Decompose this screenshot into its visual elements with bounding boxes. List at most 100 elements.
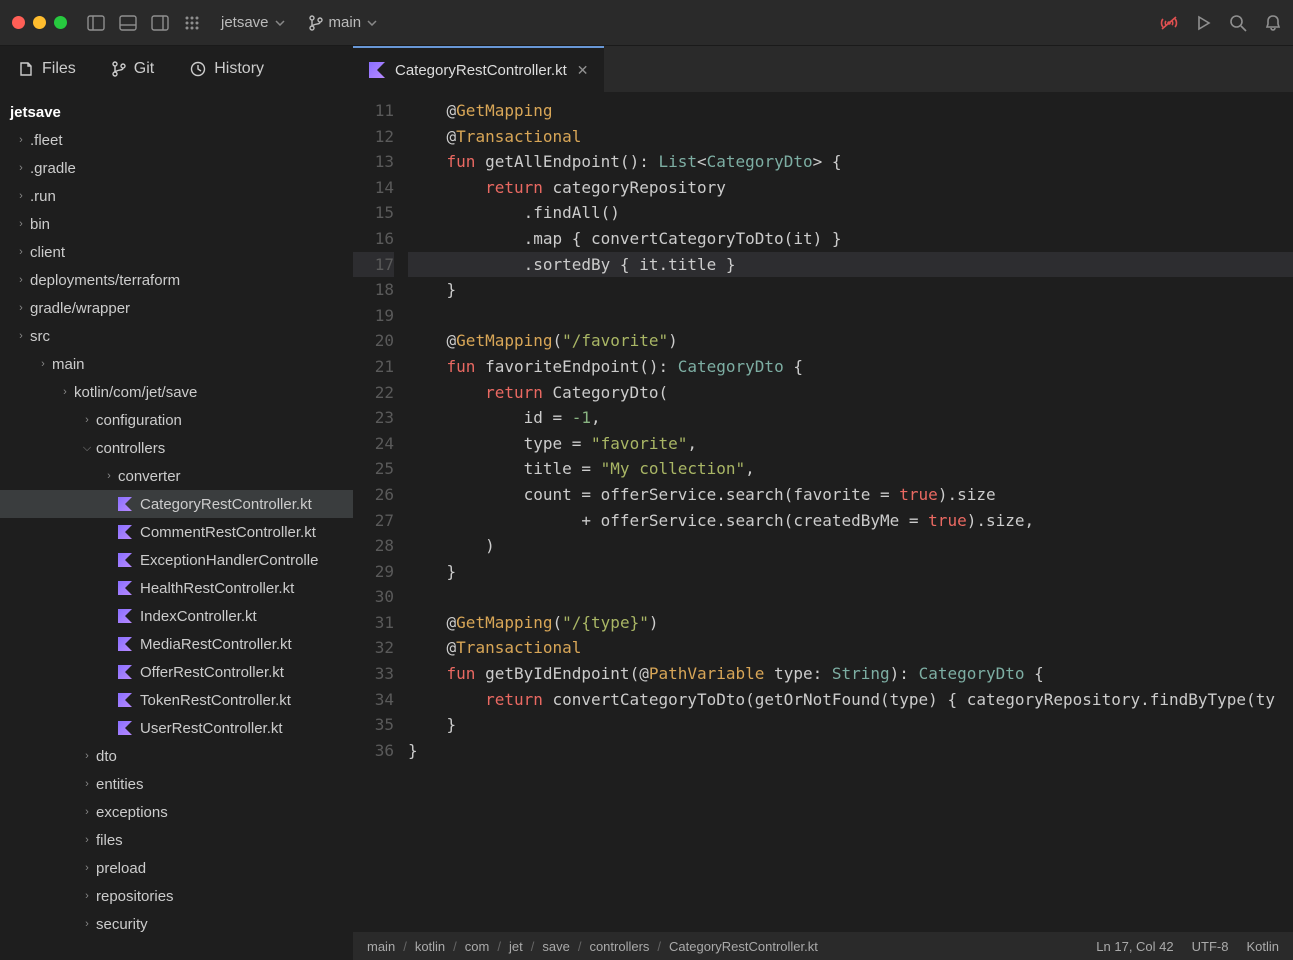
code-line[interactable]: fun getByIdEndpoint(@PathVariable type: … xyxy=(408,661,1293,687)
code-line[interactable]: + offerService.search(createdByMe = true… xyxy=(408,508,1293,534)
tab-files[interactable]: Files xyxy=(0,46,94,92)
tree-file[interactable]: OfferRestController.kt xyxy=(0,658,353,686)
breadcrumb-item[interactable]: main xyxy=(367,939,395,954)
tree-folder[interactable]: ›converter xyxy=(0,462,353,490)
code-line[interactable]: @GetMapping("/favorite") xyxy=(408,328,1293,354)
tree-folder[interactable]: ›preload xyxy=(0,854,353,882)
code-line[interactable]: return convertCategoryToDto(getOrNotFoun… xyxy=(408,687,1293,713)
code-line[interactable]: fun favoriteEndpoint(): CategoryDto { xyxy=(408,354,1293,380)
code-line[interactable]: @GetMapping xyxy=(408,98,1293,124)
grid-icon[interactable] xyxy=(183,14,201,32)
tree-folder[interactable]: ›exceptions xyxy=(0,798,353,826)
code-line[interactable]: ) xyxy=(408,533,1293,559)
chevron-right-icon[interactable]: › xyxy=(78,414,96,426)
minimize-window-button[interactable] xyxy=(33,16,46,29)
chevron-right-icon[interactable]: › xyxy=(56,386,74,398)
search-icon[interactable] xyxy=(1229,14,1247,32)
breadcrumb-item[interactable]: jet xyxy=(509,939,523,954)
code-line[interactable]: } xyxy=(408,738,1293,764)
code-line[interactable]: } xyxy=(408,559,1293,585)
tree-folder[interactable]: ›configuration xyxy=(0,406,353,434)
branch-selector[interactable]: main xyxy=(309,14,378,31)
tree-folder[interactable]: ›repositories xyxy=(0,882,353,910)
tree-file[interactable]: ExceptionHandlerControlle xyxy=(0,546,353,574)
tree-folder[interactable]: ›main xyxy=(0,350,353,378)
tab-history[interactable]: History xyxy=(172,46,282,92)
tree-folder[interactable]: ›kotlin/com/jet/save xyxy=(0,378,353,406)
panel-bottom-icon[interactable] xyxy=(119,14,137,32)
code-line[interactable]: @Transactional xyxy=(408,124,1293,150)
file-tree[interactable]: jetsave›.fleet›.gradle›.run›bin›client›d… xyxy=(0,92,353,960)
tree-folder[interactable]: ›bin xyxy=(0,210,353,238)
code-line[interactable]: @Transactional xyxy=(408,635,1293,661)
run-icon[interactable] xyxy=(1197,15,1211,31)
tree-file[interactable]: CommentRestController.kt xyxy=(0,518,353,546)
breadcrumb-item[interactable]: kotlin xyxy=(415,939,445,954)
code-line[interactable] xyxy=(408,303,1293,329)
chevron-right-icon[interactable]: › xyxy=(78,918,96,930)
tree-file[interactable]: IndexController.kt xyxy=(0,602,353,630)
tab-git[interactable]: Git xyxy=(94,46,172,92)
language-mode[interactable]: Kotlin xyxy=(1246,939,1279,954)
bell-icon[interactable] xyxy=(1265,14,1281,32)
code-line[interactable]: } xyxy=(408,712,1293,738)
tree-folder[interactable]: ›deployments/terraform xyxy=(0,266,353,294)
tree-folder[interactable]: ›.gradle xyxy=(0,154,353,182)
chevron-right-icon[interactable]: › xyxy=(78,890,96,902)
code-line[interactable]: fun getAllEndpoint(): List<CategoryDto> … xyxy=(408,149,1293,175)
tree-folder[interactable]: ›client xyxy=(0,238,353,266)
broadcast-off-icon[interactable] xyxy=(1159,15,1179,31)
chevron-right-icon[interactable]: › xyxy=(12,274,30,286)
code-line[interactable] xyxy=(408,584,1293,610)
tree-file[interactable]: UserRestController.kt xyxy=(0,714,353,742)
tree-folder[interactable]: ›files xyxy=(0,826,353,854)
editor-tab[interactable]: CategoryRestController.kt ✕ xyxy=(353,46,604,92)
chevron-right-icon[interactable]: › xyxy=(78,834,96,846)
tree-folder[interactable]: ›src xyxy=(0,322,353,350)
panel-right-icon[interactable] xyxy=(151,14,169,32)
tree-folder[interactable]: ⌵controllers xyxy=(0,434,353,462)
tree-file[interactable]: CategoryRestController.kt xyxy=(0,490,353,518)
chevron-right-icon[interactable]: › xyxy=(34,358,52,370)
code-line[interactable]: .map { convertCategoryToDto(it) } xyxy=(408,226,1293,252)
code-line[interactable]: } xyxy=(408,277,1293,303)
chevron-right-icon[interactable]: › xyxy=(12,246,30,258)
chevron-right-icon[interactable]: › xyxy=(78,862,96,874)
chevron-right-icon[interactable]: › xyxy=(100,470,118,482)
tree-file[interactable]: TokenRestController.kt xyxy=(0,686,353,714)
code-line[interactable]: .findAll() xyxy=(408,200,1293,226)
chevron-right-icon[interactable]: › xyxy=(12,218,30,230)
close-tab-icon[interactable]: ✕ xyxy=(577,62,589,79)
project-selector[interactable]: jetsave xyxy=(221,14,285,31)
tree-file[interactable]: MediaRestController.kt xyxy=(0,630,353,658)
maximize-window-button[interactable] xyxy=(54,16,67,29)
chevron-right-icon[interactable]: › xyxy=(12,190,30,202)
code-line[interactable]: return CategoryDto( xyxy=(408,380,1293,406)
breadcrumb-item[interactable]: save xyxy=(542,939,569,954)
tree-folder[interactable]: ›security xyxy=(0,910,353,938)
breadcrumb[interactable]: main/kotlin/com/jet/save/controllers/Cat… xyxy=(367,939,818,954)
chevron-right-icon[interactable]: › xyxy=(12,330,30,342)
cursor-position[interactable]: Ln 17, Col 42 xyxy=(1096,939,1173,954)
breadcrumb-item[interactable]: controllers xyxy=(589,939,649,954)
breadcrumb-item[interactable]: com xyxy=(465,939,490,954)
code-line[interactable]: id = -1, xyxy=(408,405,1293,431)
chevron-down-icon[interactable]: ⌵ xyxy=(78,442,96,455)
code-line[interactable]: title = "My collection", xyxy=(408,456,1293,482)
chevron-right-icon[interactable]: › xyxy=(12,302,30,314)
code-line[interactable]: @GetMapping("/{type}") xyxy=(408,610,1293,636)
chevron-right-icon[interactable]: › xyxy=(12,162,30,174)
close-window-button[interactable] xyxy=(12,16,25,29)
chevron-right-icon[interactable]: › xyxy=(12,134,30,146)
tree-folder[interactable]: ›gradle/wrapper xyxy=(0,294,353,322)
tree-file[interactable]: HealthRestController.kt xyxy=(0,574,353,602)
chevron-right-icon[interactable]: › xyxy=(78,778,96,790)
panel-left-icon[interactable] xyxy=(87,14,105,32)
code-line[interactable]: return categoryRepository xyxy=(408,175,1293,201)
code-line[interactable]: type = "favorite", xyxy=(408,431,1293,457)
editor[interactable]: 1112131415161718192021222324252627282930… xyxy=(353,92,1293,960)
code-line[interactable]: count = offerService.search(favorite = t… xyxy=(408,482,1293,508)
tree-folder[interactable]: ›entities xyxy=(0,770,353,798)
encoding[interactable]: UTF-8 xyxy=(1192,939,1229,954)
tree-folder[interactable]: ›.run xyxy=(0,182,353,210)
